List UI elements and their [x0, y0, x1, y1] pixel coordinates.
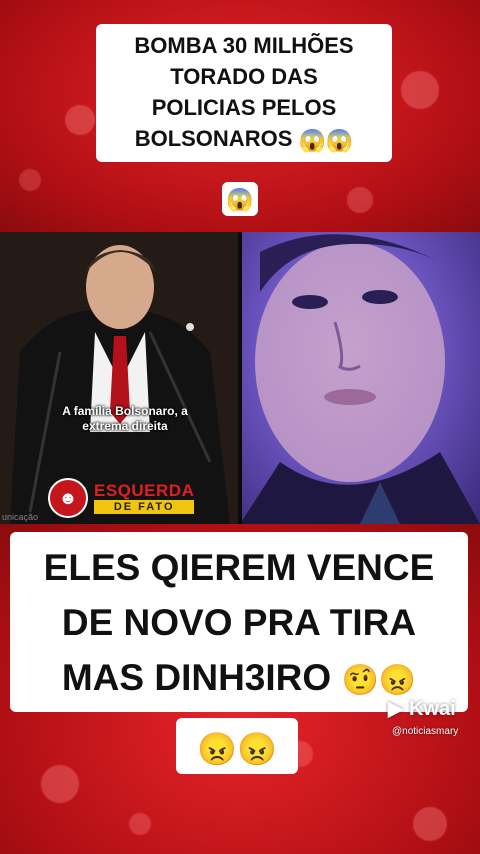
brand-name: ESQUERDA — [94, 481, 195, 500]
right-video-frame — [240, 232, 480, 524]
top-caption-line-2: TORADO DAS — [170, 64, 318, 89]
kwai-logo-icon: ▶ — [388, 698, 404, 720]
video-divider — [238, 232, 242, 524]
left-video-frame: A família Bolsonaro, a extrema direita ☻… — [0, 232, 240, 524]
face-closeup-image — [240, 234, 480, 524]
bottom-caption: ELES QIEREM VENCE DE NOVO PRA TIRA MAS D… — [10, 532, 468, 712]
video-subtitle: A família Bolsonaro, a extrema direita — [62, 404, 188, 433]
top-caption-line-1: BOMBA 30 MILHÕES — [134, 33, 354, 58]
bottom-caption-line-1: ELES QIEREM VENCE — [43, 547, 435, 588]
angry-emoji: 😠😠 — [197, 730, 277, 767]
extra-emoji-box: 😱 — [222, 182, 258, 216]
top-caption-line-3: POLICIAS PELOS — [151, 95, 337, 120]
brand-tagline: DE FATO — [94, 500, 195, 514]
bearded-face-logo-icon: ☻ — [48, 478, 88, 518]
kwai-watermark: ▶ Kwai — [388, 696, 456, 721]
bottom-caption-line-3-text: MAS DINH3IRO — [61, 657, 332, 698]
screaming-emoji: 😱😱 — [298, 127, 354, 153]
top-caption-line-4: BOLSONAROS 😱😱 — [100, 123, 388, 156]
angry-emoji-box: 😠😠 — [176, 718, 298, 774]
kwai-brand: Kwai — [408, 698, 456, 720]
bottom-caption-line-2: DE NOVO PRA TIRA — [61, 602, 417, 643]
top-caption-line-4-text: BOLSONAROS — [134, 126, 293, 151]
screaming-emoji: 😱 — [226, 187, 254, 213]
watermark-handle: @noticiasmary — [392, 726, 459, 737]
channel-brand: ☻ ESQUERDA DE FATO — [48, 478, 195, 518]
video-credit: unicação — [2, 512, 39, 522]
top-caption: BOMBA 30 MILHÕES TORADO DAS POLICIAS PEL… — [96, 24, 392, 162]
